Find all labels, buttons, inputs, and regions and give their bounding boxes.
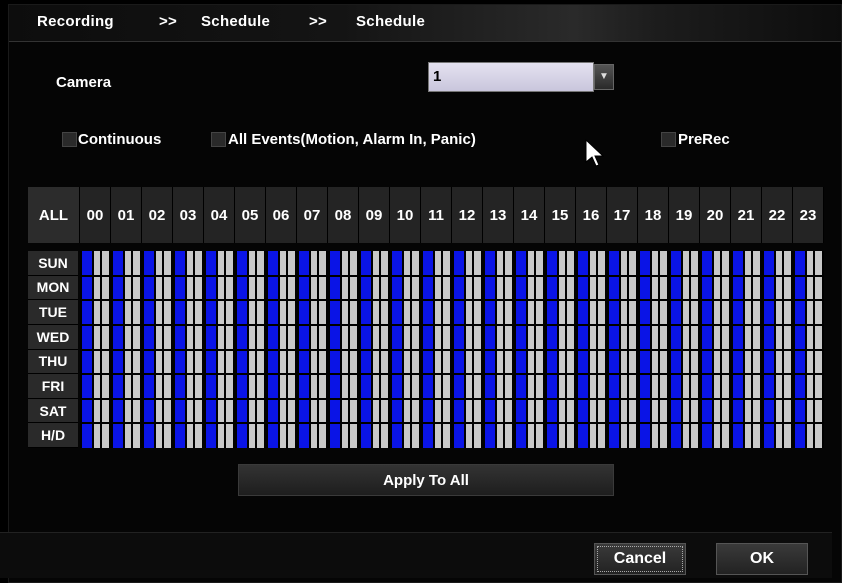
camera-select-value: 1	[433, 68, 442, 85]
hour-header-10[interactable]: 10	[390, 187, 421, 243]
day-label-fri[interactable]: FRI	[28, 374, 78, 399]
row-divider	[80, 299, 824, 302]
row-divider	[80, 422, 824, 425]
mouse-pointer-icon	[585, 138, 605, 167]
day-label-wed[interactable]: WED	[28, 324, 78, 350]
select-all-button[interactable]: ALL	[28, 187, 80, 243]
apply-to-all-button[interactable]: Apply To All	[238, 464, 614, 496]
all-events-label: All Events(Motion, Alarm In, Panic)	[228, 131, 476, 148]
hour-header-22[interactable]: 22	[762, 187, 793, 243]
hour-header-02[interactable]: 02	[142, 187, 173, 243]
chevron-down-icon[interactable]: ▼	[594, 64, 614, 90]
hour-header-19[interactable]: 19	[669, 187, 700, 243]
hour-header-17[interactable]: 17	[607, 187, 638, 243]
breadcrumb: Recording >> Schedule >> Schedule	[9, 5, 841, 42]
all-events-checkbox[interactable]	[211, 132, 226, 147]
prerec-checkbox[interactable]	[661, 132, 676, 147]
hour-header-12[interactable]: 12	[452, 187, 483, 243]
row-divider	[80, 274, 824, 277]
row-divider	[80, 397, 824, 400]
hour-header-16[interactable]: 16	[576, 187, 607, 243]
dialog-footer	[0, 532, 832, 578]
prerec-label: PreRec	[678, 131, 730, 148]
continuous-label: Continuous	[78, 131, 162, 148]
breadcrumb-separator: >>	[309, 13, 328, 30]
schedule-grid[interactable]	[80, 251, 824, 448]
day-label-thu[interactable]: THU	[28, 349, 78, 375]
hour-header-15[interactable]: 15	[545, 187, 576, 243]
breadcrumb-schedule[interactable]: Schedule	[201, 13, 270, 30]
hour-header-01[interactable]: 01	[111, 187, 142, 243]
hour-header-11[interactable]: 11	[421, 187, 452, 243]
hour-header-14[interactable]: 14	[514, 187, 545, 243]
hour-header-06[interactable]: 06	[266, 187, 297, 243]
breadcrumb-recording[interactable]: Recording	[37, 13, 114, 30]
camera-select[interactable]: 1	[428, 62, 594, 92]
camera-label: Camera	[56, 74, 112, 91]
hour-header-07[interactable]: 07	[297, 187, 328, 243]
hour-header-20[interactable]: 20	[700, 187, 731, 243]
hour-header-13[interactable]: 13	[483, 187, 514, 243]
hour-header-21[interactable]: 21	[731, 187, 762, 243]
hour-header-08[interactable]: 08	[328, 187, 359, 243]
breadcrumb-schedule-current: Schedule	[356, 13, 426, 30]
continuous-checkbox[interactable]	[62, 132, 77, 147]
ok-button[interactable]: OK	[716, 543, 808, 575]
breadcrumb-separator: >>	[159, 13, 178, 30]
day-label-sun[interactable]: SUN	[28, 251, 78, 276]
cancel-button[interactable]: Cancel	[594, 543, 686, 575]
hour-header-18[interactable]: 18	[638, 187, 669, 243]
day-label-sat[interactable]: SAT	[28, 398, 78, 424]
schedule-header: ALL 00 01 02 03 04 05 06 07 08 09 10 11 12 13 14 15 16 17…	[28, 187, 824, 243]
hour-header-04[interactable]: 04	[204, 187, 235, 243]
hour-header-00[interactable]: 00	[80, 187, 111, 243]
day-label-tue[interactable]: TUE	[28, 300, 78, 325]
hour-header-09[interactable]: 09	[359, 187, 390, 243]
hour-header-23[interactable]: 23	[793, 187, 824, 243]
row-divider	[80, 373, 824, 376]
day-label-hd[interactable]: H/D	[28, 423, 78, 448]
hour-header-05[interactable]: 05	[235, 187, 266, 243]
day-label-mon[interactable]: MON	[28, 275, 78, 301]
row-divider	[80, 323, 824, 326]
hour-header-03[interactable]: 03	[173, 187, 204, 243]
row-divider	[80, 348, 824, 351]
